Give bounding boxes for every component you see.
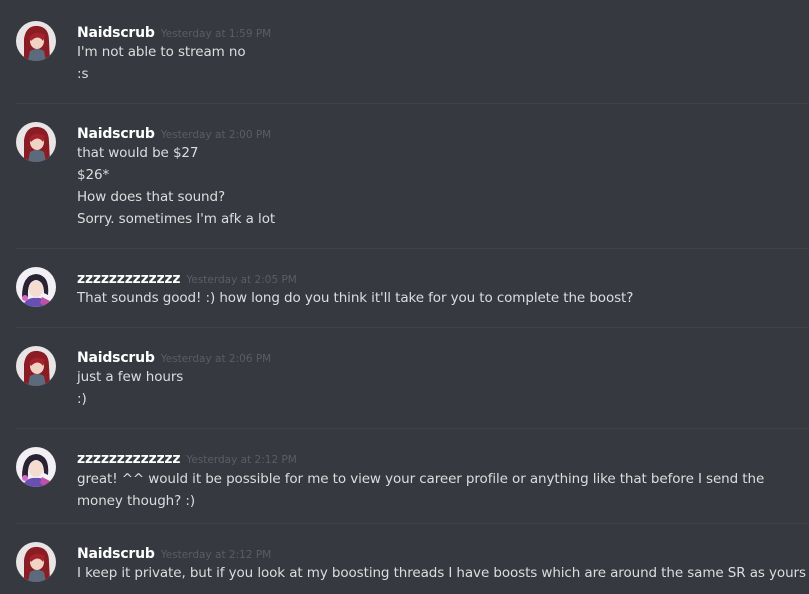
timestamp[interactable]: Yesterday at 1:59 PM [161, 28, 272, 40]
message-text: I'm not able to stream no [77, 44, 246, 60]
avatar[interactable] [16, 21, 56, 61]
message-header: zzzzzzzzzzzzz Yesterday at 2:05 PM [77, 268, 297, 287]
message-header: zzzzzzzzzzzzz Yesterday at 2:12 PM [77, 448, 297, 467]
username[interactable]: Naidscrub [77, 25, 155, 41]
username[interactable]: Naidscrub [77, 350, 155, 366]
red-hair-avatar-icon [16, 346, 56, 386]
message-divider [16, 103, 809, 104]
message-text: :) [77, 391, 87, 407]
message-text: I keep it private, but if you look at my… [77, 565, 806, 581]
message-divider [16, 523, 809, 524]
message-text: Sorry. sometimes I'm afk a lot [77, 211, 276, 227]
message-text: $26* [77, 167, 110, 183]
message-text: that would be $27 [77, 145, 199, 161]
timestamp[interactable]: Yesterday at 2:12 PM [161, 549, 272, 561]
message-text: :s [77, 66, 89, 82]
avatar[interactable] [16, 447, 56, 487]
username[interactable]: zzzzzzzzzzzzz [77, 271, 181, 287]
message-text: How does that sound? [77, 189, 226, 205]
avatar[interactable] [16, 122, 56, 162]
timestamp[interactable]: Yesterday at 2:05 PM [186, 274, 297, 286]
avatar[interactable] [16, 267, 56, 307]
dark-hair-avatar-icon [16, 267, 56, 307]
timestamp[interactable]: Yesterday at 2:00 PM [161, 129, 272, 141]
red-hair-avatar-icon [16, 542, 56, 582]
username[interactable]: zzzzzzzzzzzzz [77, 451, 181, 467]
dark-hair-avatar-icon [16, 447, 56, 487]
message-text: just a few hours [77, 369, 184, 385]
red-hair-avatar-icon [16, 122, 56, 162]
message-header: Naidscrub Yesterday at 2:06 PM [77, 347, 271, 366]
message-header: Naidscrub Yesterday at 1:59 PM [77, 22, 271, 41]
message-text: great! ^^ would it be possible for me to… [77, 471, 765, 509]
red-hair-avatar-icon [16, 21, 56, 61]
avatar[interactable] [16, 542, 56, 582]
message-divider [16, 428, 809, 429]
message-header: Naidscrub Yesterday at 2:00 PM [77, 123, 271, 142]
username[interactable]: Naidscrub [77, 546, 155, 562]
message-divider [16, 248, 809, 249]
avatar[interactable] [16, 346, 56, 386]
message-header: Naidscrub Yesterday at 2:12 PM [77, 543, 271, 562]
timestamp[interactable]: Yesterday at 2:06 PM [161, 353, 272, 365]
username[interactable]: Naidscrub [77, 126, 155, 142]
message-divider [16, 327, 809, 328]
message-text: That sounds good! :) how long do you thi… [77, 290, 634, 306]
timestamp[interactable]: Yesterday at 2:12 PM [186, 454, 297, 466]
